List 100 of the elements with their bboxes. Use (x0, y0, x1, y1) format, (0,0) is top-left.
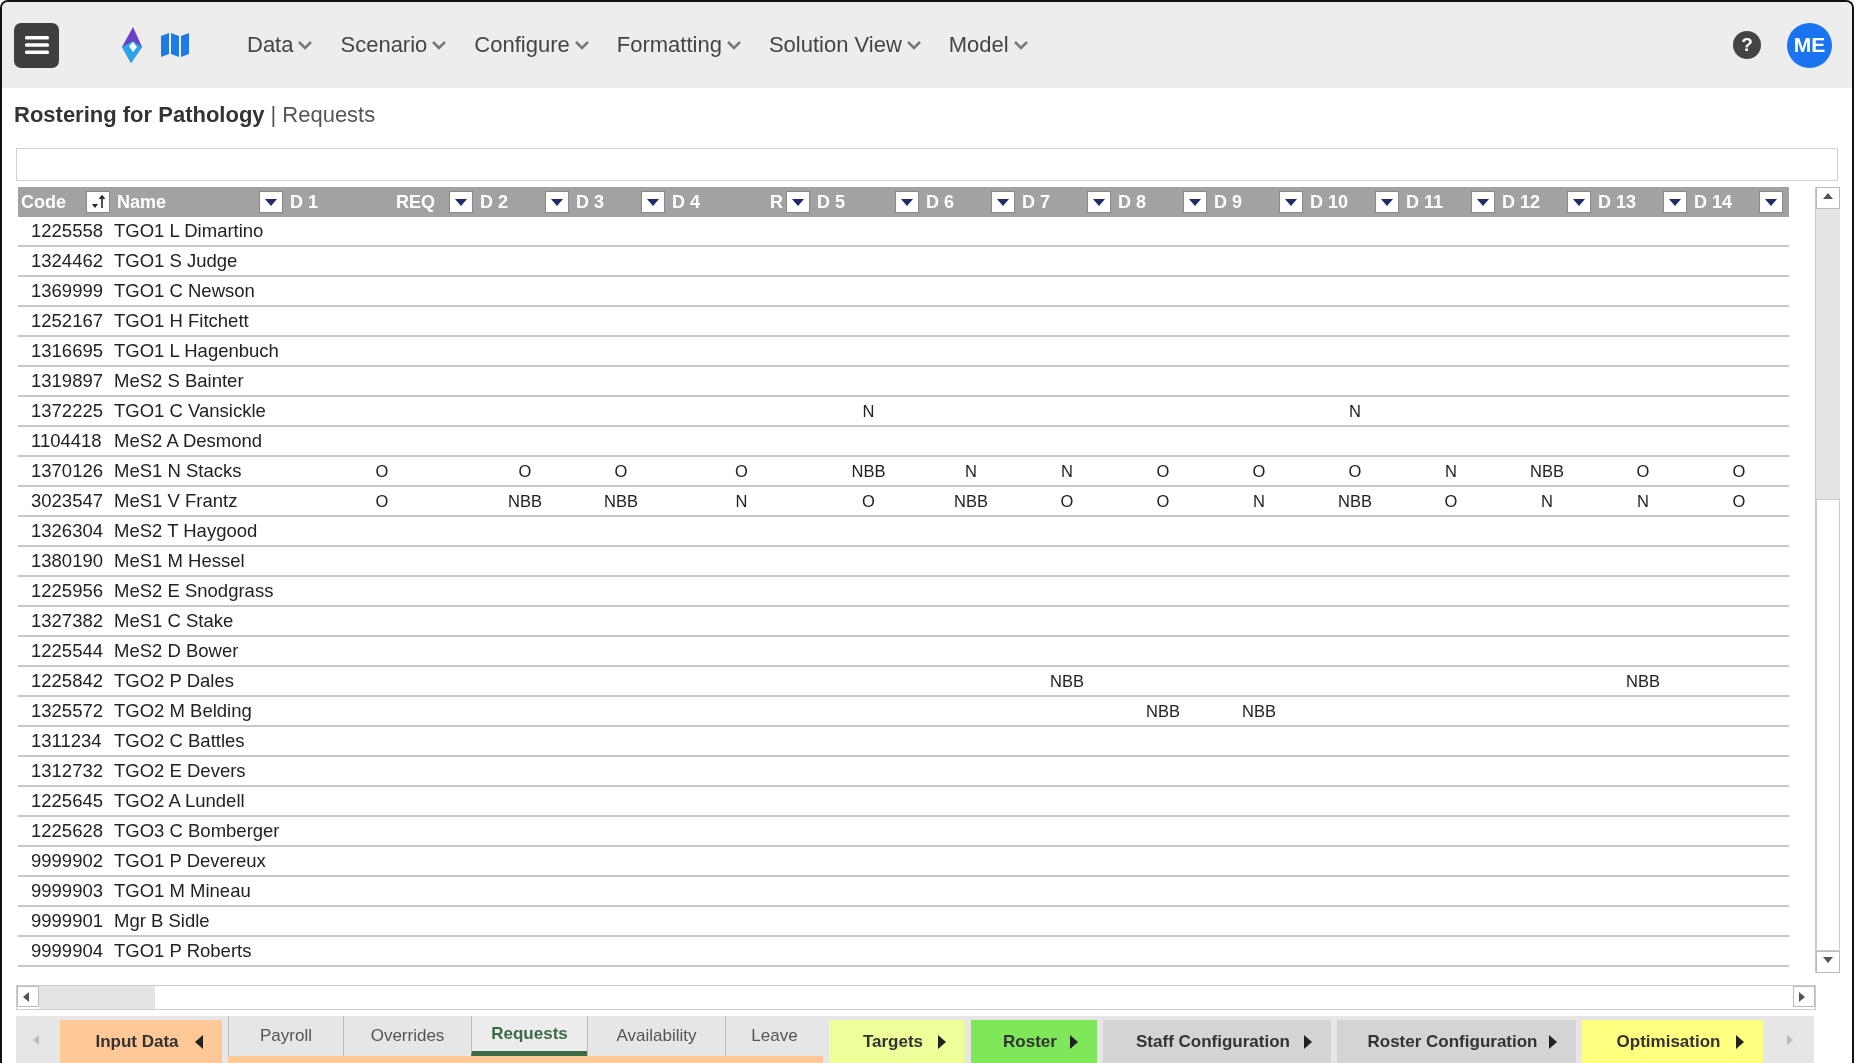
sheet-group-tab[interactable]: Staff Configuration (1103, 1020, 1331, 1063)
table-cell-text: TGO3 C Bomberger (114, 820, 281, 842)
menu-button[interactable] (14, 22, 59, 68)
column-header: D 4 (672, 191, 700, 213)
app-title: Rostering for Pathology (14, 102, 265, 128)
table-cell: O (1444, 491, 1458, 511)
table-cell-text: TGO2 C Battles (114, 730, 246, 752)
caret-right-icon (1548, 1035, 1558, 1049)
column-header: D 2 (480, 191, 508, 213)
table-cell-text: MeS1 V Frantz (114, 490, 239, 512)
table-cell-text: 9999903 (30, 880, 105, 902)
scroll-right-button[interactable] (1793, 986, 1815, 1007)
table-cell: NBB (1626, 671, 1660, 691)
scroll-left-button[interactable] (17, 986, 39, 1007)
table-cell-text: 3023547 (30, 490, 105, 512)
table-cell-text: 1326304 (30, 520, 105, 542)
column-header: D 13 (1598, 191, 1637, 213)
table-cell-text: 1225956 (30, 580, 105, 602)
filter-button[interactable] (895, 191, 919, 213)
chevron-down-icon (574, 40, 589, 50)
filter-button[interactable] (545, 191, 569, 213)
sheet-tab[interactable]: Payroll (228, 1016, 343, 1056)
column-header: Code (21, 191, 66, 213)
filter-button[interactable] (1471, 191, 1495, 213)
sheet-group-tab[interactable]: Optimisation (1582, 1020, 1763, 1063)
menu-item[interactable]: Scenario (340, 32, 447, 58)
column-header: D 14 (1694, 191, 1733, 213)
table-cell: O (1156, 491, 1170, 511)
column-header: D 5 (817, 191, 845, 213)
table-cell-text: TGO1 L Dimartino (114, 220, 265, 242)
dropdown-icon (997, 198, 1009, 206)
scroll-down-button[interactable] (1816, 951, 1840, 973)
menu-item[interactable]: Model (948, 32, 1028, 58)
filter-button[interactable] (1759, 191, 1783, 213)
table-cell-text: TGO2 P Dales (114, 670, 235, 692)
filter-button[interactable] (1087, 191, 1111, 213)
table-cell: N (1349, 401, 1361, 421)
table-cell-text: MeS2 S Bainter (114, 370, 245, 392)
sheet-tab[interactable]: Requests (471, 1016, 587, 1056)
sheet-group-tab[interactable]: Input Data (60, 1020, 222, 1063)
column-header: D 3 (576, 191, 604, 213)
filter-field[interactable] (16, 148, 1838, 181)
menu-item[interactable]: Data (247, 32, 313, 58)
table-cell-text: MeS1 N Stacks (114, 460, 243, 482)
table-cell: O (1732, 461, 1746, 481)
table-cell: O (1156, 461, 1170, 481)
vertical-scrollbar[interactable] (1815, 187, 1840, 973)
filter-button[interactable] (449, 191, 473, 213)
menu-item[interactable]: Configure (474, 32, 589, 58)
caret-right-icon (1735, 1035, 1745, 1049)
table-cell-text: TGO1 P Roberts (114, 940, 253, 962)
filter-button[interactable] (786, 191, 810, 213)
menu-item[interactable]: Formatting (616, 32, 741, 58)
filter-button[interactable] (1183, 191, 1207, 213)
filter-button[interactable] (1375, 191, 1399, 213)
sheet-group-tab[interactable]: Targets (829, 1020, 965, 1063)
filter-button[interactable] (991, 191, 1015, 213)
dropdown-icon (1573, 198, 1585, 206)
table-cell-text: 1380190 (30, 550, 105, 572)
filter-button[interactable] (1567, 191, 1591, 213)
table-cell-text: Mgr B Sidle (114, 910, 211, 932)
table-cell-text: 9999901 (30, 910, 105, 932)
table-cell: N (1541, 491, 1553, 511)
scroll-up-button[interactable] (1816, 187, 1840, 209)
sort-button[interactable] (86, 191, 110, 213)
help-button[interactable]: ? (1733, 31, 1761, 59)
table-cell-text: 1327382 (30, 610, 105, 632)
sheet-tab[interactable]: Leave (725, 1016, 823, 1056)
dropdown-icon (1381, 198, 1393, 206)
scroll-thumb[interactable] (1816, 499, 1840, 951)
filter-button[interactable] (1663, 191, 1687, 213)
horizontal-scrollbar[interactable] (16, 985, 1816, 1010)
user-avatar[interactable]: ME (1787, 22, 1832, 68)
table-cell: N (1445, 461, 1457, 481)
table-cell: O (1348, 461, 1362, 481)
dropdown-icon (647, 198, 659, 206)
scroll-thumb[interactable] (39, 986, 155, 1009)
table-cell: O (375, 491, 389, 511)
caret-right-icon (937, 1035, 947, 1049)
menu-item[interactable]: Solution View (768, 32, 921, 58)
column-header: D 7 (1022, 191, 1050, 213)
sheet-group-tab[interactable]: Roster (971, 1020, 1097, 1063)
table-cell: NBB (1530, 461, 1564, 481)
table-cell: NBB (851, 461, 886, 481)
column-header: D 10 (1310, 191, 1349, 213)
table-cell: O (1060, 491, 1074, 511)
table-cell-text: 1312732 (30, 760, 105, 782)
sort-icon (90, 194, 106, 210)
dropdown-icon (265, 198, 277, 206)
sheet-group-tab[interactable]: Roster Configuration (1337, 1020, 1576, 1063)
filter-button[interactable] (1279, 191, 1303, 213)
column-header: D 12 (1502, 191, 1541, 213)
column-header: D 1 (290, 191, 318, 213)
table-cell: O (735, 461, 748, 481)
table-cell-text: TGO1 P Devereux (114, 850, 267, 872)
filter-button[interactable] (641, 191, 665, 213)
map-icon[interactable] (161, 33, 189, 57)
filter-button[interactable] (259, 191, 283, 213)
sheet-tab[interactable]: Availability (587, 1016, 725, 1056)
chevron-down-icon (906, 40, 921, 50)
